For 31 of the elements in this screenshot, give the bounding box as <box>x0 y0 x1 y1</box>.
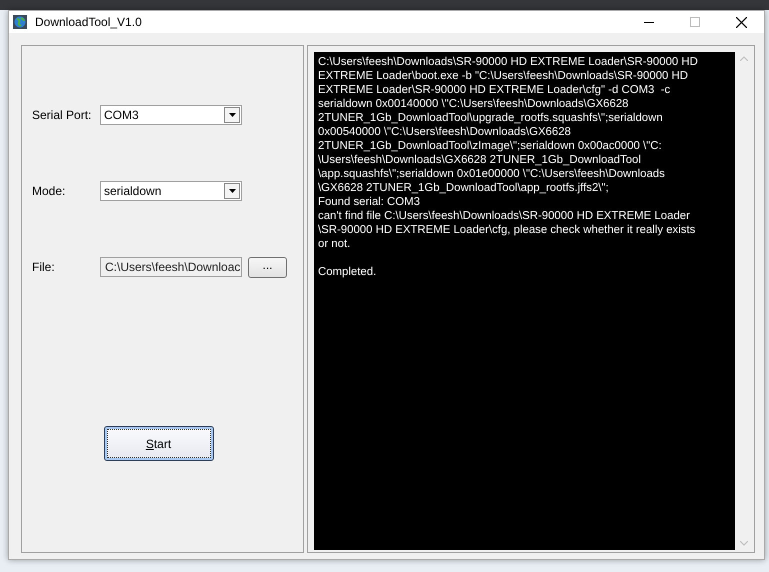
window-title: DownloadTool_V1.0 <box>35 15 143 29</box>
dropdown[interactable]: COM3 <box>100 105 242 125</box>
dropdown[interactable]: serialdown <box>100 181 242 201</box>
log-line: \GX6628 2TUNER_1Gb_DownloadTool\app_rootfs.jffs2\"; <box>318 181 610 195</box>
maximize-icon[interactable] <box>690 17 700 27</box>
start-button[interactable]: Start <box>104 426 214 461</box>
file-path-field[interactable]: C:\Users\feesh\Downloac <box>100 257 242 277</box>
log-line: \Users\feesh\Downloads\GX6628 2TUNER_1Gb_DownloadTool <box>318 153 642 167</box>
field-label: File: <box>32 260 56 274</box>
field-label: Mode: <box>32 184 66 198</box>
log-line: 2TUNER_1Gb_DownloadTool\zImage\";serialdown 0x00ac0000 \"C: <box>318 139 663 153</box>
browse-button[interactable]: ... <box>248 256 287 278</box>
log-line: can't find file C:\Users\feesh\Downloads\SR-90000 HD EXTREME Loader <box>318 209 691 223</box>
log-line: Found serial: COM3 <box>318 195 421 209</box>
log-line: \app.squashfs\";serialdown 0x01e00000 \"C:\Users\feesh\Downloads <box>318 167 666 181</box>
scroll-up-icon[interactable] <box>740 56 748 61</box>
globe-icon <box>13 15 27 29</box>
log-line: C:\Users\feesh\Downloads\SR-90000 HD EXTREME Loader\SR-90000 HD <box>318 55 699 69</box>
field-label: Serial Port: <box>32 108 92 122</box>
log-line: EXTREME Loader\SR-90000 HD EXTREME Loader\cfg" -d COM3 -c <box>318 83 672 97</box>
close-icon[interactable] <box>736 16 746 28</box>
scroll-down-icon[interactable] <box>740 541 748 546</box>
log-line: \SR-90000 HD EXTREME Loader\cfg, please check whether it really exists <box>318 223 696 237</box>
log-line: serialdown 0x00140000 \"C:\Users\feesh\Downloads\GX6628 <box>318 97 630 111</box>
log-line: 2TUNER_1Gb_DownloadTool\upgrade_rootfs.squashfs\";serialdown <box>318 111 664 125</box>
log-line: Completed. <box>318 265 378 279</box>
log-line: or not. <box>318 237 352 251</box>
dropdown-arrow-icon <box>228 113 236 117</box>
log-line: EXTREME Loader\boot.exe -b "C:\Users\feesh\Downloads\SR-90000 HD <box>318 69 689 83</box>
dropdown-arrow-icon <box>228 189 236 193</box>
log-line: 0x00540000 \"C:\Users\feesh\Downloads\GX6628 <box>318 125 572 139</box>
